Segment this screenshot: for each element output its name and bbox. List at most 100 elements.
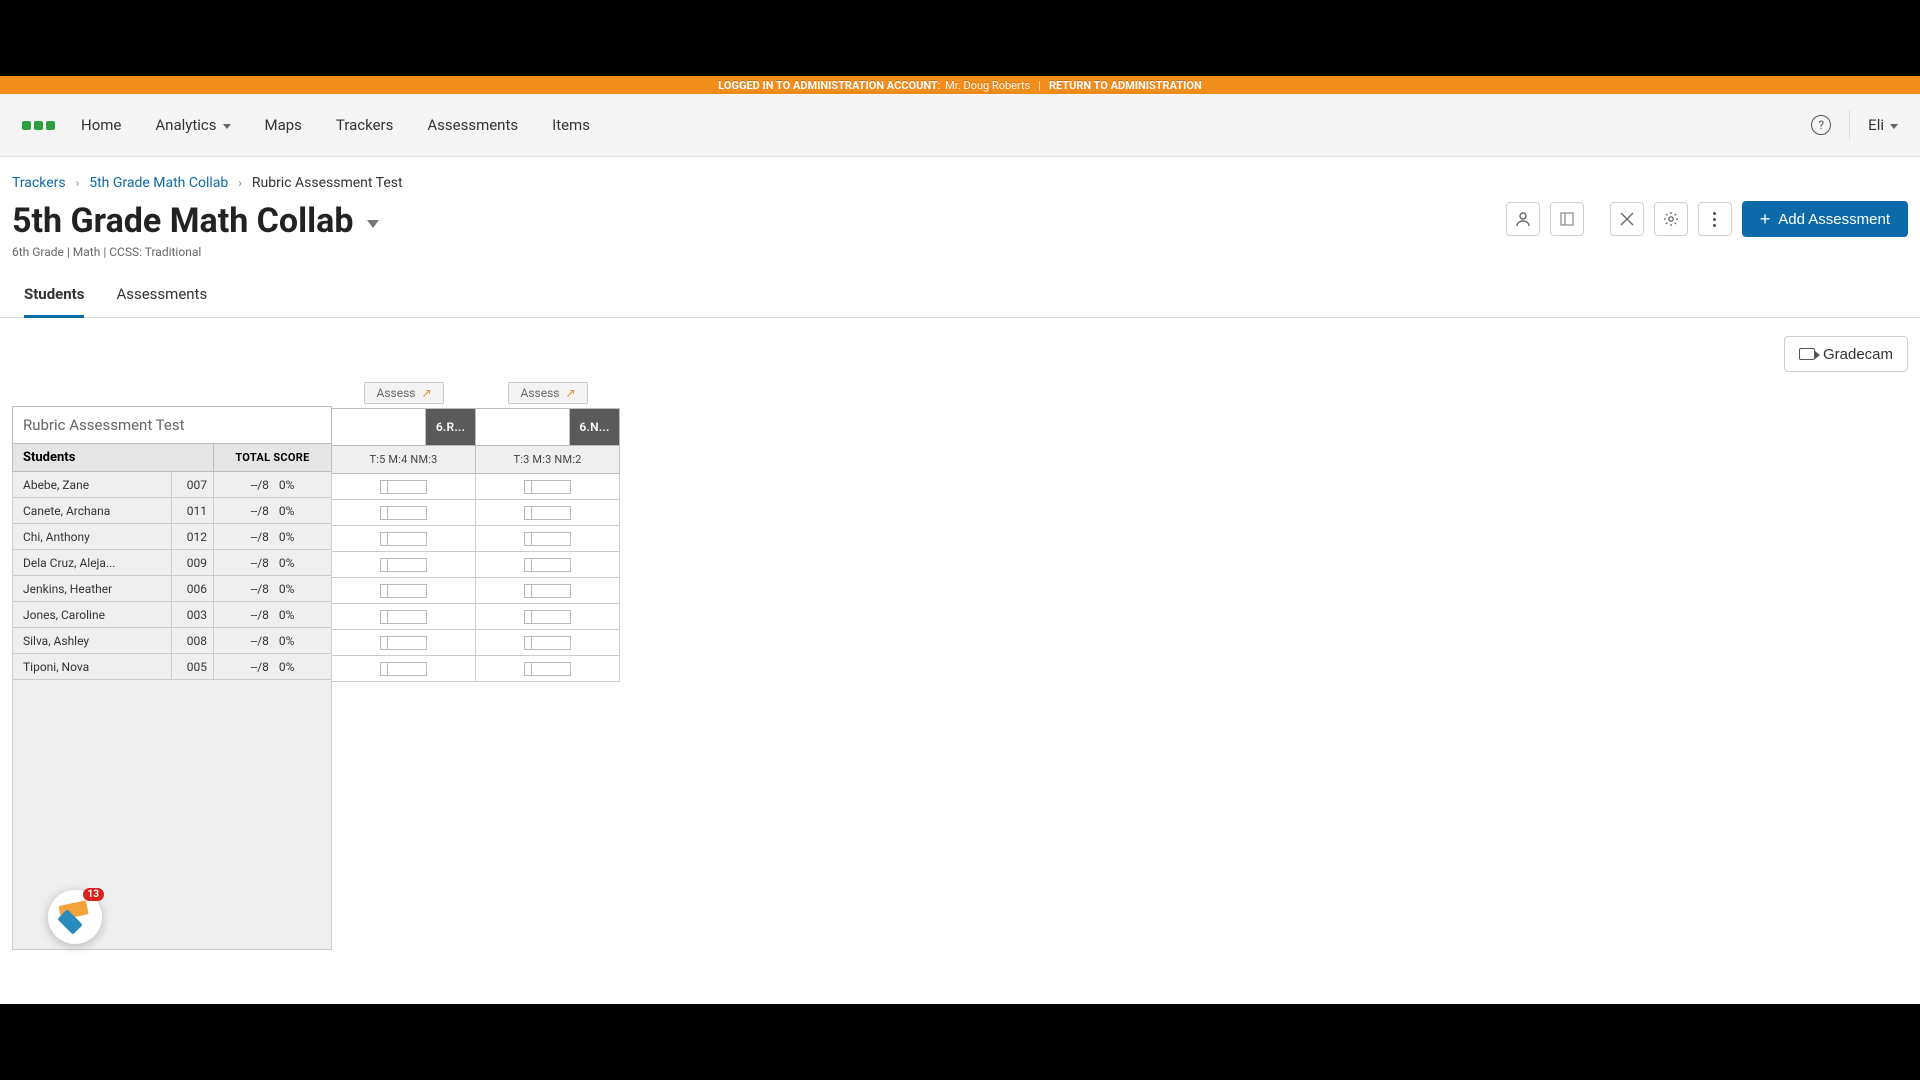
- score-input[interactable]: [531, 636, 571, 650]
- nav-items[interactable]: Items: [552, 116, 590, 134]
- plus-icon: +: [1760, 209, 1771, 230]
- student-row[interactable]: Chi, Anthony012--/80%: [12, 524, 332, 550]
- score-input[interactable]: [387, 610, 427, 624]
- score-input[interactable]: [387, 532, 427, 546]
- student-row[interactable]: Jenkins, Heather006--/80%: [12, 576, 332, 602]
- student-name: Canete, Archana: [12, 498, 172, 524]
- score-cell[interactable]: [332, 526, 476, 552]
- student-row[interactable]: Dela Cruz, Aleja...009--/80%: [12, 550, 332, 576]
- score-cell[interactable]: [332, 500, 476, 526]
- admin-banner: LOGGED IN TO ADMINISTRATION ACCOUNT : Mr…: [0, 76, 1920, 94]
- score-input[interactable]: [387, 636, 427, 650]
- tab-students[interactable]: Students: [24, 285, 84, 318]
- gradecam-button[interactable]: Gradecam: [1784, 336, 1908, 372]
- floating-help-widget[interactable]: 13: [48, 890, 102, 944]
- nav-home[interactable]: Home: [81, 116, 121, 134]
- student-total-score: --/80%: [214, 576, 332, 602]
- score-input[interactable]: [531, 584, 571, 598]
- score-cell[interactable]: [476, 526, 620, 552]
- student-row[interactable]: Abebe, Zane007--/80%: [12, 472, 332, 498]
- score-cell[interactable]: [332, 604, 476, 630]
- score-input[interactable]: [387, 480, 427, 494]
- nav-analytics[interactable]: Analytics: [155, 116, 230, 134]
- total-score-header: TOTAL SCORE: [214, 444, 332, 472]
- breadcrumb: Trackers › 5th Grade Math Collab › Rubri…: [0, 157, 1920, 191]
- more-menu-button[interactable]: [1698, 202, 1732, 236]
- crumb-trackers[interactable]: Trackers: [12, 175, 66, 191]
- score-cell[interactable]: [332, 630, 476, 656]
- student-id: 003: [172, 602, 214, 628]
- page-subtitle: 6th Grade | Math | CCSS: Traditional: [12, 245, 379, 259]
- student-name: Jenkins, Heather: [12, 576, 172, 602]
- student-row[interactable]: Canete, Archana011--/80%: [12, 498, 332, 524]
- crumb-parent[interactable]: 5th Grade Math Collab: [89, 175, 228, 191]
- student-total-score: --/80%: [214, 472, 332, 498]
- student-total-score: --/80%: [214, 550, 332, 576]
- student-id: 006: [172, 576, 214, 602]
- score-input[interactable]: [531, 610, 571, 624]
- standard-tag[interactable]: 6.R...: [426, 408, 476, 446]
- score-cell[interactable]: [476, 474, 620, 500]
- student-name: Dela Cruz, Aleja...: [12, 550, 172, 576]
- score-input[interactable]: [531, 558, 571, 572]
- student-id: 011: [172, 498, 214, 524]
- student-id: 007: [172, 472, 214, 498]
- help-icon[interactable]: ?: [1811, 115, 1831, 135]
- score-cell[interactable]: [476, 630, 620, 656]
- student-total-score: --/80%: [214, 654, 332, 680]
- score-cell[interactable]: [332, 552, 476, 578]
- top-nav: Home Analytics Maps Trackers Assessments…: [0, 94, 1920, 157]
- score-input[interactable]: [387, 558, 427, 572]
- nav-maps[interactable]: Maps: [265, 116, 302, 134]
- score-input[interactable]: [531, 532, 571, 546]
- student-total-score: --/80%: [214, 524, 332, 550]
- settings-icon-button[interactable]: [1654, 202, 1688, 236]
- student-name: Abebe, Zane: [12, 472, 172, 498]
- student-name: Tiponi, Nova: [12, 654, 172, 680]
- add-assessment-button[interactable]: + Add Assessment: [1742, 201, 1908, 237]
- assess-button[interactable]: Assess↗: [364, 382, 444, 404]
- column-stats: T:5 M:4 NM:3: [332, 446, 476, 474]
- tools-icon-button[interactable]: [1610, 202, 1644, 236]
- score-cell[interactable]: [476, 552, 620, 578]
- banner-user: Mr. Doug Roberts: [945, 79, 1030, 92]
- column-stats: T:3 M:3 NM:2: [476, 446, 620, 474]
- student-row[interactable]: Tiponi, Nova005--/80%: [12, 654, 332, 680]
- score-input[interactable]: [531, 480, 571, 494]
- chevron-down-icon: [367, 220, 379, 228]
- notification-badge: 13: [83, 888, 104, 901]
- student-id: 005: [172, 654, 214, 680]
- student-row[interactable]: Silva, Ashley008--/80%: [12, 628, 332, 654]
- student-row[interactable]: Jones, Caroline003--/80%: [12, 602, 332, 628]
- score-input[interactable]: [387, 662, 427, 676]
- panel-icon-button[interactable]: [1550, 202, 1584, 236]
- score-cell[interactable]: [332, 578, 476, 604]
- nav-assessments[interactable]: Assessments: [427, 116, 518, 134]
- score-input[interactable]: [387, 506, 427, 520]
- assess-button[interactable]: Assess↗: [508, 382, 588, 404]
- content-tabs: Students Assessments: [0, 259, 1920, 318]
- user-menu[interactable]: Eli: [1849, 110, 1898, 140]
- student-id: 009: [172, 550, 214, 576]
- score-cell[interactable]: [476, 604, 620, 630]
- nav-trackers[interactable]: Trackers: [336, 116, 393, 134]
- score-input[interactable]: [387, 584, 427, 598]
- score-cell[interactable]: [476, 578, 620, 604]
- students-column-header: Students: [12, 444, 214, 472]
- user-icon-button[interactable]: [1506, 202, 1540, 236]
- score-cell[interactable]: [476, 500, 620, 526]
- page-title[interactable]: 5th Grade Math Collab: [12, 201, 379, 241]
- score-grid: Rubric Assessment Test Students TOTAL SC…: [0, 380, 1920, 950]
- chevron-down-icon: [1890, 124, 1898, 129]
- return-to-admin-link[interactable]: RETURN TO ADMINISTRATION: [1049, 79, 1202, 92]
- score-input[interactable]: [531, 506, 571, 520]
- standard-tag[interactable]: 6.N...: [570, 408, 620, 446]
- student-name: Chi, Anthony: [12, 524, 172, 550]
- tab-assessments[interactable]: Assessments: [116, 285, 207, 317]
- score-cell[interactable]: [332, 656, 476, 682]
- score-input[interactable]: [531, 662, 571, 676]
- user-name: Eli: [1868, 116, 1884, 134]
- app-logo[interactable]: [22, 121, 55, 130]
- score-cell[interactable]: [332, 474, 476, 500]
- score-cell[interactable]: [476, 656, 620, 682]
